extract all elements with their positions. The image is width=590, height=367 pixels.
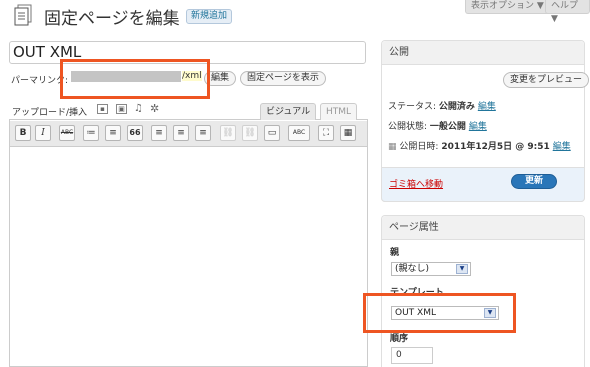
help-button[interactable]: ヘルプ ▼ (545, 0, 590, 24)
visibility-row: 公開状態: 一般公開 編集 (388, 122, 487, 132)
spellcheck-button[interactable]: ABC (288, 125, 310, 141)
screen-options-button[interactable]: 表示オプション ▼ (465, 0, 550, 14)
update-button[interactable]: 更新 (511, 174, 557, 189)
tab-visual[interactable]: ビジュアル (260, 103, 317, 121)
parent-select-value: (親なし) (395, 264, 430, 274)
preview-changes-button[interactable]: 変更をプレビュー (503, 72, 590, 88)
numbered-list-button[interactable]: ≡ (105, 125, 121, 141)
status-edit-link[interactable]: 編集 (478, 102, 496, 112)
bold-button[interactable]: B (15, 125, 31, 141)
bullet-list-button[interactable]: ≔ (83, 125, 99, 141)
calendar-icon: ▦ (388, 142, 397, 152)
page-title: 固定ページを編集 (44, 9, 180, 29)
page-icon (13, 4, 33, 26)
chevron-down-icon: ▼ (456, 264, 468, 274)
fullscreen-button[interactable]: ⛶ (318, 125, 334, 141)
add-new-button[interactable]: 新規追加 (186, 9, 233, 24)
strikethrough-button[interactable]: ABC (59, 125, 75, 141)
add-audio-icon[interactable]: ♫ (134, 103, 143, 114)
highlight-permalink (60, 59, 210, 99)
tab-html[interactable]: HTML (320, 103, 358, 121)
italic-button[interactable]: I (35, 125, 51, 141)
parent-select[interactable]: (親なし) ▼ (391, 262, 471, 276)
status-value: 公開済み (438, 102, 475, 112)
align-left-button[interactable]: ≡ (151, 125, 167, 141)
insert-more-button[interactable]: ▭ (264, 125, 280, 141)
visibility-edit-link[interactable]: 編集 (469, 122, 487, 132)
status-row: ステータス: 公開済み 編集 (388, 102, 496, 112)
add-media-icon[interactable]: ✲ (150, 102, 159, 115)
order-label: 順序 (390, 334, 409, 344)
align-center-button[interactable]: ≡ (173, 125, 189, 141)
page-attributes-heading: ページ属性 (382, 216, 584, 240)
add-image-icon[interactable]: ▪ (97, 104, 108, 114)
upload-insert-label: アップロード/挿入 (12, 108, 88, 118)
move-to-trash-link[interactable]: ゴミ箱へ移動 (389, 177, 443, 190)
view-page-button[interactable]: 固定ページを表示 (240, 71, 326, 86)
unlink-button[interactable]: ⛓ (242, 125, 258, 141)
date-row: ▦ 公開日時: 2011年12月5日 @ 9:51 編集 (388, 142, 571, 152)
align-right-button[interactable]: ≡ (195, 125, 211, 141)
kitchen-sink-button[interactable]: ▦ (340, 125, 356, 141)
visibility-value: 一般公開 (429, 122, 466, 132)
date-edit-link[interactable]: 編集 (553, 142, 571, 152)
date-value: 2011年12月5日 @ 9:51 (441, 142, 550, 152)
insert-link-button[interactable]: ⛓ (220, 125, 236, 141)
blockquote-button[interactable]: 66 (127, 125, 143, 141)
highlight-template (363, 293, 516, 333)
parent-label: 親 (390, 248, 400, 258)
content-editor[interactable] (9, 120, 368, 367)
add-video-icon[interactable]: ▣ (116, 104, 127, 114)
order-input[interactable]: 0 (391, 347, 433, 364)
publish-heading: 公開 (382, 41, 584, 65)
